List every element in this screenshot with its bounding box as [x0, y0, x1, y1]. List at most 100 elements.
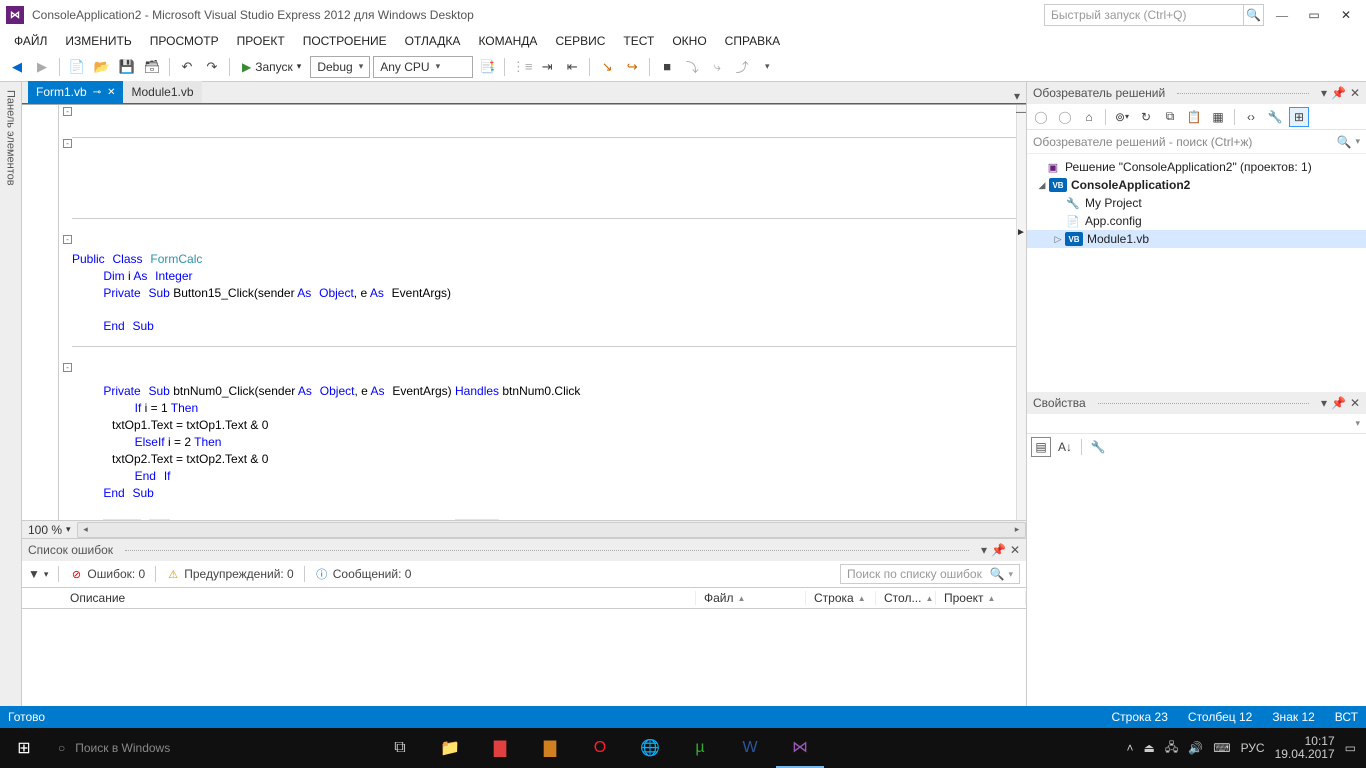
props-close-icon[interactable]: ✕ [1350, 396, 1360, 410]
tray-up-icon[interactable]: ˄ [1127, 741, 1134, 755]
sx-home-icon[interactable]: ⌂ [1079, 107, 1099, 127]
expand-arrow-icon[interactable]: ◢ [1035, 180, 1049, 191]
error-grid-header[interactable]: Описание Файл▲ Строка▲ Стол...▲ Проект▲ [22, 587, 1026, 609]
close-button[interactable]: ✕ [1332, 4, 1360, 26]
menu-edit[interactable]: ИЗМЕНИТЬ [57, 32, 139, 50]
tab-module1[interactable]: Module1.vb [123, 81, 201, 103]
menu-view[interactable]: ПРОСМОТР [142, 32, 227, 50]
props-alpha-icon[interactable]: A↓ [1055, 437, 1075, 457]
quick-launch-search-icon[interactable]: 🔍 [1244, 4, 1264, 26]
open-icon[interactable]: 📂 [91, 56, 113, 78]
code-editor[interactable]: - - - - Public Class FormCalc Dim i As I… [22, 104, 1026, 538]
vs-task-icon[interactable]: ⋈ [776, 728, 824, 768]
sx-collapse-icon[interactable]: ⧉ [1160, 107, 1180, 127]
solution-node[interactable]: Решение "ConsoleApplication2" (проектов:… [1065, 160, 1312, 174]
menu-project[interactable]: ПРОЕКТ [229, 32, 293, 50]
props-categorized-icon[interactable]: ▤ [1031, 437, 1051, 457]
errorlist-search-input[interactable]: Поиск по списку ошибок🔍▾ [840, 564, 1020, 584]
taskbar-search-input[interactable]: ○Поиск в Windows [48, 728, 368, 768]
messages-filter[interactable]: ⓘСообщений: 0 [315, 567, 412, 581]
tab-form1[interactable]: Form1.vb ⊸ ✕ [28, 81, 123, 103]
errorlist-dropdown-icon[interactable]: ▾ [981, 543, 987, 557]
tray-safely-remove-icon[interactable]: ⏏ [1144, 741, 1155, 755]
solution-tree[interactable]: ▣ Решение "ConsoleApplication2" (проекто… [1027, 154, 1366, 252]
module-node[interactable]: Module1.vb [1087, 232, 1149, 246]
indent-icon[interactable]: ⇥ [536, 56, 558, 78]
outline-toggle[interactable]: - [63, 107, 72, 116]
utorrent-icon[interactable]: µ [676, 728, 724, 768]
tabs-dropdown-icon[interactable]: ▾ [1008, 89, 1026, 103]
app-icon-media[interactable]: ▇ [526, 728, 574, 768]
props-dropdown-icon[interactable]: ▾ [1321, 396, 1327, 410]
pin-icon[interactable]: ⊸ [93, 87, 101, 98]
close-tab-icon[interactable]: ✕ [107, 87, 115, 98]
errorlist-pin-icon[interactable]: 📌 [991, 543, 1006, 557]
editor-hscrollbar[interactable]: ◂▸ [77, 522, 1026, 538]
zoom-combo[interactable]: 100 %▾ [22, 523, 77, 537]
toolbox-autohide-tab[interactable]: Панель элементов [0, 82, 22, 728]
menu-team[interactable]: КОМАНДА [470, 32, 545, 50]
app-icon-red[interactable]: ▇ [476, 728, 524, 768]
tray-keyboard-icon[interactable]: ⌨ [1213, 741, 1230, 755]
save-all-icon[interactable]: 🗃 [141, 56, 163, 78]
tray-lang[interactable]: РУС [1241, 741, 1265, 755]
sx-dropdown-icon[interactable]: ▾ [1321, 86, 1327, 100]
outdent-icon[interactable]: ⇤ [561, 56, 583, 78]
platform-combo[interactable]: Any CPU▾ [373, 56, 473, 78]
outline-toggle[interactable]: - [63, 139, 72, 148]
menu-build[interactable]: ПОСТРОЕНИЕ [295, 32, 395, 50]
start-debug-button[interactable]: ▶Запуск▾ [236, 56, 307, 78]
tray-notifications-icon[interactable]: ▭ [1345, 741, 1356, 755]
menu-window[interactable]: ОКНО [664, 32, 714, 50]
explorer-icon[interactable]: 📁 [426, 728, 474, 768]
errors-filter[interactable]: ⊘Ошибок: 0 [69, 567, 145, 581]
step-icon-2[interactable]: ↪ [621, 56, 643, 78]
project-node[interactable]: ConsoleApplication2 [1071, 178, 1190, 192]
redo-icon[interactable]: ↷ [201, 56, 223, 78]
tray-network-icon[interactable]: 🖧 [1165, 738, 1178, 759]
myproject-node[interactable]: My Project [1085, 196, 1142, 210]
tray-clock[interactable]: 10:17 19.04.2017 [1275, 735, 1335, 761]
sx-refresh-icon[interactable]: ↻ [1136, 107, 1156, 127]
code-tracker[interactable]: — ► + [1016, 105, 1026, 520]
toolbar-overflow[interactable]: ▾ [756, 56, 778, 78]
sx-showall-icon[interactable]: ▦ [1208, 107, 1228, 127]
step-over-icon[interactable]: ⤵ [681, 56, 703, 78]
props-pin-icon[interactable]: 📌 [1331, 396, 1346, 410]
nav-back-button[interactable]: ◀ [6, 56, 28, 78]
maximize-button[interactable]: ▭ [1300, 4, 1328, 26]
sx-search-input[interactable]: Обозревателе решений - поиск (Ctrl+ж) 🔍▾ [1027, 130, 1366, 154]
warnings-filter[interactable]: ⚠Предупреждений: 0 [166, 567, 294, 581]
step-icon-1[interactable]: ↘ [596, 56, 618, 78]
appconfig-node[interactable]: App.config [1085, 214, 1142, 228]
sx-sync-icon[interactable]: ⊚▾ [1112, 107, 1132, 127]
stop-icon[interactable]: ■ [656, 56, 678, 78]
save-icon[interactable]: 💾 [116, 56, 138, 78]
menu-test[interactable]: ТЕСТ [615, 32, 662, 50]
nav-fwd-button[interactable]: ▶ [31, 56, 53, 78]
undo-icon[interactable]: ↶ [176, 56, 198, 78]
errorlist-close-icon[interactable]: ✕ [1010, 543, 1020, 557]
opera-icon[interactable]: O [576, 728, 624, 768]
quick-launch-input[interactable]: Быстрый запуск (Ctrl+Q) [1044, 4, 1244, 26]
props-combo[interactable]: ▾ [1027, 414, 1366, 434]
task-view-icon[interactable]: ⧉ [376, 728, 424, 768]
step-out-icon[interactable]: ⤴ [731, 56, 753, 78]
filter-button[interactable]: ▼▾ [28, 567, 48, 581]
chrome-icon[interactable]: 🌐 [626, 728, 674, 768]
sx-close-icon[interactable]: ✕ [1350, 86, 1360, 100]
word-icon[interactable]: W [726, 728, 774, 768]
sx-back-icon[interactable]: ◯ [1031, 107, 1051, 127]
sx-properties-icon[interactable]: 🔧 [1265, 107, 1285, 127]
sx-copy-icon[interactable]: 📋 [1184, 107, 1204, 127]
sx-pin-icon[interactable]: 📌 [1331, 86, 1346, 100]
new-project-icon[interactable]: 📄 [66, 56, 88, 78]
config-combo[interactable]: Debug▾ [310, 56, 370, 78]
toolbar-btn-a[interactable]: 📑 [476, 56, 498, 78]
sx-preview-icon[interactable]: ⊞ [1289, 107, 1309, 127]
sx-fwd-icon[interactable]: ◯ [1055, 107, 1075, 127]
menu-service[interactable]: СЕРВИС [547, 32, 613, 50]
expand-arrow-icon[interactable]: ▷ [1051, 234, 1065, 245]
menu-file[interactable]: ФАЙЛ [6, 32, 55, 50]
start-button[interactable]: ⊞ [0, 728, 48, 768]
